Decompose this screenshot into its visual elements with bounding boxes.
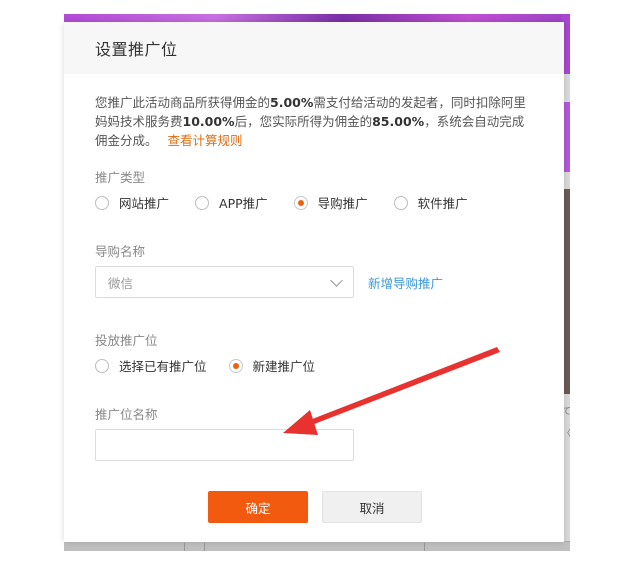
placement-radio-group: 选择已有推广位 新建推广位 <box>95 356 341 375</box>
add-guide-promo-link[interactable]: 新增导购推广 <box>368 273 443 292</box>
radio-software-promo[interactable]: 软件推广 <box>393 193 468 212</box>
dialog-header: 设置推广位 <box>64 22 564 74</box>
radio-circle-checked[interactable] <box>293 195 308 210</box>
service-fee-rate: 10.00% <box>182 114 235 129</box>
guide-name-label: 导购名称 <box>95 244 146 259</box>
guide-name-select[interactable]: 微信 <box>95 266 354 298</box>
view-rules-link[interactable]: 查看计算规则 <box>168 133 243 148</box>
cancel-button[interactable]: 取消 <box>322 491 422 523</box>
radio-circle[interactable] <box>393 195 408 210</box>
radio-guide-promo[interactable]: 导购推广 <box>293 193 368 212</box>
radio-circle-checked[interactable] <box>228 358 243 373</box>
promo-type-label: 推广类型 <box>95 170 146 185</box>
background-bottom-bar <box>64 541 570 551</box>
actual-income-rate: 85.00% <box>372 114 425 129</box>
radio-circle[interactable] <box>95 195 109 210</box>
guide-name-value: 微信 <box>108 275 134 291</box>
promotion-settings-dialog: 设置推广位 您推广此活动商品所获得佣金的5.00%需支付给活动的发起者，同时扣除… <box>64 22 564 542</box>
dialog-title: 设置推广位 <box>95 40 178 59</box>
commission-notice: 您推广此活动商品所获得佣金的5.00%需支付给活动的发起者，同时扣除阿里妈妈技术… <box>95 95 526 148</box>
commission-rate: 5.00% <box>270 95 314 110</box>
radio-circle[interactable] <box>95 358 109 373</box>
radio-app-promo[interactable]: APP推广 <box>195 193 268 212</box>
radio-circle[interactable] <box>195 195 210 210</box>
chevron-down-icon <box>330 273 343 287</box>
radio-existing-placement[interactable]: 选择已有推广位 <box>95 356 207 375</box>
radio-new-placement[interactable]: 新建推广位 <box>228 356 315 375</box>
placement-name-input[interactable] <box>95 429 354 461</box>
radio-website-promo[interactable]: 网站推广 <box>95 193 169 212</box>
placement-label: 投放推广位 <box>95 333 158 348</box>
promo-type-radio-group: 网站推广 APP推广 导购推广 软件推广 <box>95 193 494 212</box>
placement-name-label: 推广位名称 <box>95 407 158 422</box>
confirm-button[interactable]: 确定 <box>208 491 308 523</box>
